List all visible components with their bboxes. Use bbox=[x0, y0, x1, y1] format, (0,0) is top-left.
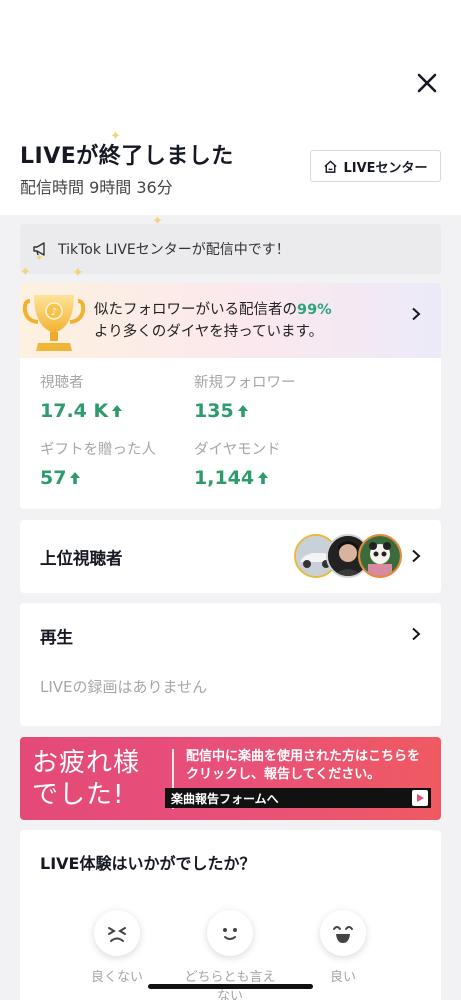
music-report-form-label: 楽曲報告フォームへ bbox=[171, 791, 279, 806]
stat-viewers: 視聴者 17.4 K bbox=[40, 371, 123, 422]
live-center-label: LIVEセンター bbox=[343, 160, 428, 176]
banner-message-line2: クリックし、報告してください。 bbox=[186, 767, 381, 782]
no-recording-text: LIVEの録画はありません bbox=[40, 678, 208, 696]
stat-value: 17.4 K bbox=[40, 400, 109, 422]
stat-new-followers: 新規フォロワー 135 bbox=[194, 371, 296, 422]
play-icon bbox=[412, 790, 428, 806]
stat-value: 57 bbox=[40, 467, 67, 489]
rating-bad[interactable]: 良くない bbox=[72, 910, 162, 987]
feedback-title: LIVE体験はいかがでしたか？ bbox=[40, 854, 256, 873]
replay-card[interactable]: 再生 LIVEの録画はありません bbox=[20, 603, 441, 726]
sparkle-icon: ✦ bbox=[72, 265, 84, 281]
promo-percent: 99% bbox=[297, 302, 332, 318]
stat-label: 視聴者 bbox=[40, 375, 84, 391]
sparkle-icon: ✦ bbox=[35, 253, 44, 264]
svg-text:♪: ♪ bbox=[51, 307, 57, 318]
stat-gifters: ギフトを贈った人 57 bbox=[40, 438, 156, 489]
notice-text: TikTok LIVEセンターが配信中です！ bbox=[58, 242, 290, 258]
arrow-up-icon bbox=[70, 472, 81, 484]
stat-value-row: 1,144 bbox=[194, 467, 281, 489]
arrow-up-icon bbox=[112, 405, 123, 417]
top-viewers-title: 上位視聴者 bbox=[40, 549, 123, 568]
banner-message-line1: 配信中に楽曲を使用された方はこちらを bbox=[186, 749, 421, 764]
page-title: LIVEが終了しました bbox=[20, 144, 234, 169]
banner-greeting-line2: でした! bbox=[32, 780, 125, 810]
stat-value-row: 135 bbox=[194, 400, 296, 422]
stat-value-row: 57 bbox=[40, 467, 156, 489]
banner-greeting-line1: お疲れ様 bbox=[32, 748, 141, 778]
stat-value-row: 17.4 K bbox=[40, 400, 123, 422]
face-bad-icon bbox=[94, 910, 140, 956]
trophy-icon: ♪ bbox=[22, 295, 86, 351]
stat-label: ダイヤモンド bbox=[194, 442, 281, 458]
promo-line1: 似たフォロワーがいる配信者の bbox=[94, 302, 297, 318]
home-icon bbox=[324, 159, 338, 173]
sparkle-icon: ✦ bbox=[20, 265, 31, 280]
banner-message: 配信中に楽曲を使用された方はこちらを クリックし、報告してください。 bbox=[186, 748, 420, 784]
rating-good[interactable]: 良い bbox=[298, 910, 388, 987]
face-neutral-icon bbox=[207, 910, 253, 956]
top-viewer-avatars bbox=[294, 534, 404, 580]
stream-duration: 配信時間 9時間 36分 bbox=[20, 178, 173, 197]
feedback-card: LIVE体験はいかがでしたか？ 良くない どちらとも言えない 良い bbox=[20, 830, 441, 1000]
promo-line2: より多くのダイヤを持っています。 bbox=[94, 324, 324, 340]
avatar bbox=[358, 534, 402, 578]
arrow-up-icon bbox=[237, 405, 248, 417]
music-report-form-link[interactable]: 楽曲報告フォームへ bbox=[165, 788, 431, 808]
stat-label: 新規フォロワー bbox=[194, 375, 296, 391]
chevron-right-icon bbox=[412, 627, 421, 641]
header-area: ✦ ✦ LIVEが終了しました 配信時間 9時間 36分 LIVEセンター bbox=[0, 0, 461, 228]
stat-diamonds: ダイヤモンド 1,144 bbox=[194, 438, 281, 489]
face-good-icon bbox=[320, 910, 366, 956]
stat-value: 135 bbox=[194, 400, 234, 422]
stat-label: ギフトを贈った人 bbox=[40, 442, 156, 458]
arrow-up-icon bbox=[258, 472, 269, 484]
replay-title: 再生 bbox=[40, 628, 73, 647]
stat-value: 1,144 bbox=[194, 467, 255, 489]
home-indicator[interactable] bbox=[148, 984, 313, 989]
music-report-banner[interactable]: お疲れ様 でした! 配信中に楽曲を使用された方はこちらを クリックし、報告してく… bbox=[20, 737, 441, 820]
live-center-button[interactable]: LIVEセンター bbox=[310, 150, 441, 182]
chevron-right-icon bbox=[412, 307, 421, 321]
chevron-right-icon bbox=[412, 549, 421, 563]
stats-card: ♪ 似たフォロワーがいる配信者の99% より多くのダイヤを持っています。 視聴者… bbox=[20, 283, 441, 509]
promo-text: 似たフォロワーがいる配信者の99% より多くのダイヤを持っています。 bbox=[94, 299, 394, 343]
close-icon[interactable] bbox=[412, 68, 442, 98]
diamond-ranking-banner[interactable]: ♪ 似たフォロワーがいる配信者の99% より多くのダイヤを持っています。 bbox=[20, 283, 441, 358]
top-viewers-card[interactable]: 上位視聴者 bbox=[20, 520, 441, 593]
banner-greeting: お疲れ様 でした! bbox=[32, 747, 140, 811]
